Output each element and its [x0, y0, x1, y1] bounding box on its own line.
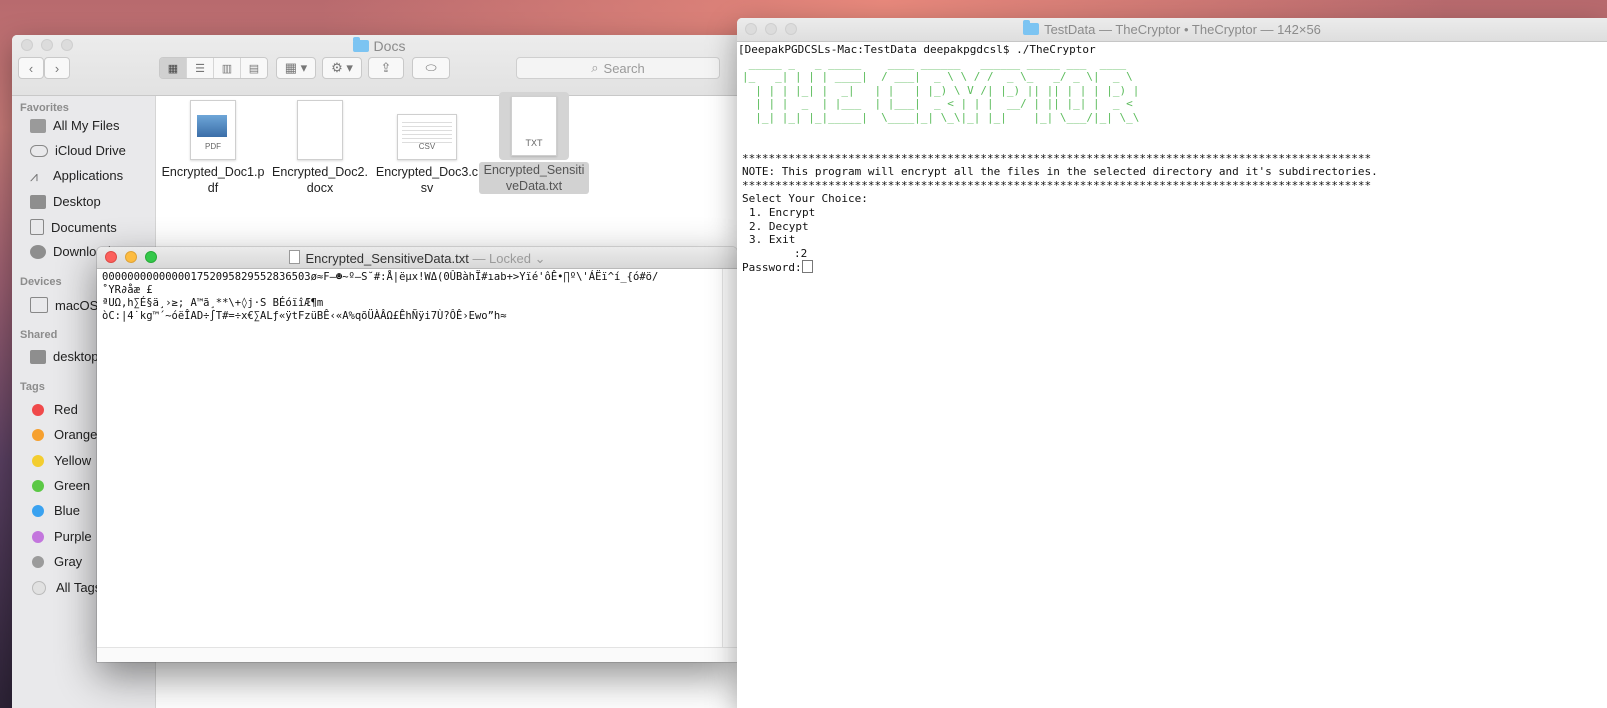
separator-line: ****************************************…: [742, 178, 1372, 192]
finder-titlebar: Docs ‹ › ▦ ☰ ▥ ▤ ▦ ▾ ⚙ ▾ ⇪ ⬭ ⌕ Search: [12, 35, 746, 96]
sidebar-item-desktop[interactable]: Desktop: [30, 194, 101, 209]
tag-dot-icon: [32, 428, 44, 441]
password-prompt[interactable]: Password:: [738, 260, 1607, 275]
choice-input: :2: [794, 246, 808, 260]
action-button[interactable]: ⚙ ▾: [322, 57, 362, 79]
text-line: ªUΩ,h∑É§ä¸›≥; A™ã¸**\+◊j·S BÉóïîÆ¶m: [102, 297, 324, 309]
file-item[interactable]: Encrypted_Doc2. docx: [265, 96, 375, 196]
sidebar-tag-red[interactable]: Red: [30, 402, 78, 417]
sidebar-tag-green[interactable]: Green: [30, 478, 90, 493]
sidebar-item-documents[interactable]: Documents: [30, 219, 117, 235]
textedit-titlebar: Encrypted_SensitiveData.txt — Locked ⌄: [97, 247, 737, 269]
vertical-scrollbar[interactable]: [722, 269, 737, 648]
tag-icon: ⬭: [425, 60, 437, 75]
locked-status: — Locked: [472, 251, 531, 266]
coverflow-view-button[interactable]: ▤: [241, 58, 267, 78]
document-text-area[interactable]: 000000000000001752095829552836503ø≈F–☻~º…: [97, 269, 723, 648]
column-view-button[interactable]: ▥: [214, 58, 241, 78]
list-view-button[interactable]: ☰: [187, 58, 214, 78]
pdf-file-icon: PDF: [190, 100, 236, 160]
disk-icon: [30, 297, 48, 313]
tags-header: Tags: [20, 381, 45, 393]
text-line: 000000000000001752095829552836503ø≈F–☻~º…: [102, 271, 659, 283]
shared-header: Shared: [20, 329, 58, 341]
chevron-down-icon: ⌄: [530, 251, 546, 266]
computer-icon: [30, 349, 46, 364]
file-item[interactable]: CSV Encrypted_Doc3.c sv: [372, 96, 482, 196]
tags-button[interactable]: ⬭: [412, 57, 450, 79]
sidebar-tag-orange[interactable]: Orange: [30, 427, 97, 442]
tag-dot-icon: [32, 504, 44, 517]
sidebar-item-desktop-shared[interactable]: desktop: [30, 349, 99, 364]
csv-file-icon: CSV: [397, 114, 457, 160]
chevron-left-icon: ‹: [28, 60, 34, 76]
arrange-button[interactable]: ▦ ▾: [276, 57, 316, 79]
file-item-selected[interactable]: TXT Encrypted_Sensiti veData.txt: [479, 92, 589, 194]
tag-dot-icon: [32, 530, 44, 543]
all-files-icon: [30, 118, 46, 133]
tag-dot-icon: [32, 454, 44, 467]
forward-button[interactable]: ›: [44, 57, 70, 79]
txt-file-icon: TXT: [511, 96, 557, 156]
terminal-title: TestData — TheCryptor • TheCryptor — 142…: [737, 20, 1607, 37]
applications-icon: ⩘: [30, 167, 38, 184]
finder-title: Docs: [12, 37, 746, 54]
text-line: ˚YR∂åæ £: [102, 284, 153, 296]
sidebar-tag-blue[interactable]: Blue: [30, 503, 80, 518]
sidebar-item-all-my-files[interactable]: All My Files: [30, 118, 119, 133]
search-icon: ⌕: [591, 60, 599, 75]
file-item[interactable]: PDF Encrypted_Doc1.p df: [158, 96, 268, 196]
sidebar-item-macos[interactable]: macOS: [30, 297, 98, 313]
gear-icon: ⚙ ▾: [331, 60, 353, 75]
menu-option: 1. Encrypt: [749, 205, 816, 219]
select-choice-text: Select Your Choice:: [742, 192, 868, 206]
ascii-art-banner: _____ _ _ _____ ____ ______ ______ _____…: [742, 56, 1140, 124]
sidebar-tag-purple[interactable]: Purple: [30, 529, 92, 544]
horizontal-scrollbar[interactable]: [97, 647, 737, 662]
view-mode-segment: ▦ ☰ ▥ ▤: [159, 57, 268, 79]
sidebar-item-icloud-drive[interactable]: iCloud Drive: [30, 143, 126, 158]
tag-dot-icon: [32, 479, 44, 492]
note-text: NOTE: This program will encrypt all the …: [742, 165, 1378, 179]
terminal-output[interactable]: [DeepakPGDCSLs-Mac:TestData deepakpgdcsl…: [737, 42, 1607, 708]
terminal-window: TestData — TheCryptor • TheCryptor — 142…: [737, 18, 1607, 708]
chevron-right-icon: ›: [54, 60, 60, 76]
arrange-icon: ▦ ▾: [284, 60, 308, 75]
back-button[interactable]: ‹: [18, 57, 44, 79]
text-line: òC:|4˙kg™´~óëÎAD÷∫T#=÷x€∑ALƒ«ÿtFzüBÊ‹«A%…: [102, 310, 507, 322]
cloud-icon: [30, 144, 48, 157]
documents-icon: [30, 219, 44, 235]
folder-icon: [352, 37, 369, 52]
sidebar-tag-gray[interactable]: Gray: [30, 554, 82, 569]
share-button[interactable]: ⇪: [368, 57, 404, 79]
desktop-icon: [30, 194, 46, 209]
sidebar-tag-yellow[interactable]: Yellow: [30, 453, 91, 468]
share-icon: ⇪: [380, 60, 392, 75]
key-icon: [801, 260, 813, 274]
sidebar-item-applications[interactable]: ⩘ Applications: [30, 168, 123, 183]
menu-option: 3. Exit: [749, 233, 796, 247]
textedit-title[interactable]: Encrypted_SensitiveData.txt — Locked ⌄: [97, 250, 737, 267]
folder-icon: [1023, 20, 1040, 35]
command-prompt: [DeepakPGDCSLs-Mac:TestData deepakpgdcsl…: [738, 43, 1096, 56]
document-icon: [288, 250, 300, 264]
textedit-window: Encrypted_SensitiveData.txt — Locked ⌄ 0…: [97, 247, 737, 662]
favorites-header: Favorites: [20, 102, 69, 114]
tag-dot-icon: [32, 555, 44, 568]
separator-line: ****************************************…: [742, 151, 1372, 165]
terminal-titlebar: TestData — TheCryptor • TheCryptor — 142…: [737, 18, 1607, 42]
menu-option: 2. Decypt: [749, 219, 809, 233]
icon-view-button[interactable]: ▦: [160, 58, 187, 78]
devices-header: Devices: [20, 276, 62, 288]
docx-file-icon: [297, 100, 343, 160]
search-input[interactable]: ⌕ Search: [516, 57, 720, 79]
tag-dot-icon: [32, 403, 44, 416]
tag-dot-icon: [32, 580, 46, 595]
downloads-icon: [30, 244, 46, 259]
